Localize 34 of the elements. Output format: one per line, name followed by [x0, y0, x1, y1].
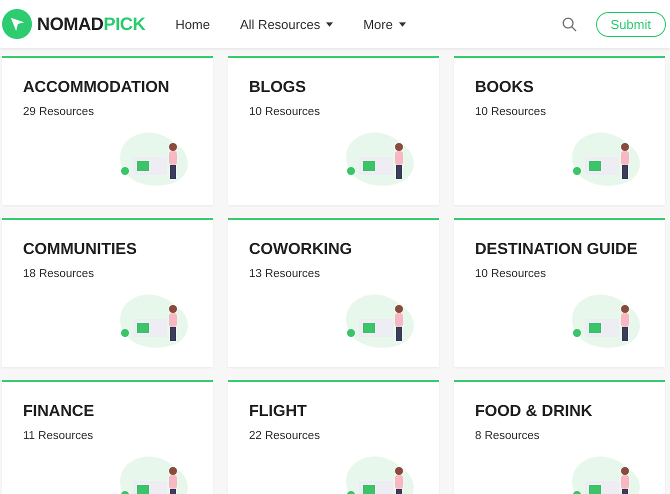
resource-count: 29 Resources — [23, 106, 95, 118]
resource-count: 13 Resources — [249, 268, 321, 280]
resource-count: 10 Resources — [475, 268, 547, 280]
category-title: ACCOMMODATION — [23, 79, 170, 97]
caret-icon — [398, 22, 406, 26]
category-card[interactable]: COWORKING 13 Resources — [228, 218, 439, 367]
resource-count: 18 Resources — [23, 268, 95, 280]
resource-count: 22 Resources — [249, 430, 321, 442]
nav-link[interactable]: More — [363, 16, 406, 32]
category-title: FOOD & DRINK — [475, 403, 594, 421]
category-title: BOOKS — [475, 79, 535, 97]
resource-count: 10 Resources — [475, 106, 547, 118]
resource-count: 11 Resources — [23, 430, 94, 442]
resource-count: 10 Resources — [249, 106, 321, 118]
category-title: COMMUNITIES — [23, 241, 138, 259]
nav-link[interactable]: Home — [175, 16, 210, 32]
category-title: FLIGHT — [249, 403, 308, 421]
category-title: DESTINATION GUIDE — [475, 241, 638, 259]
category-card[interactable]: FLIGHT 22 Resources — [228, 380, 439, 494]
category-card[interactable]: FINANCE 11 Resources — [2, 380, 213, 494]
search-icon[interactable] — [562, 16, 577, 32]
category-card[interactable]: COMMUNITIES 18 Resources — [2, 218, 213, 367]
category-title: FINANCE — [23, 403, 96, 421]
category-card[interactable]: DESTINATION GUIDE 10 Resources — [454, 218, 665, 367]
category-title: BLOGS — [249, 79, 307, 97]
nav-link[interactable]: All Resources — [240, 16, 334, 32]
category-title: COWORKING — [249, 241, 354, 259]
category-card[interactable]: BOOKS 10 Resources — [454, 56, 665, 205]
category-card[interactable]: BLOGS 10 Resources — [228, 56, 439, 205]
category-card[interactable]: ACCOMMODATION 29 Resources — [2, 56, 213, 205]
brand-name[interactable]: NOMADPICK — [37, 14, 146, 34]
category-card[interactable]: FOOD & DRINK 8 Resources — [454, 380, 665, 494]
caret-icon — [326, 22, 334, 26]
resource-count: 8 Resources — [475, 430, 541, 442]
